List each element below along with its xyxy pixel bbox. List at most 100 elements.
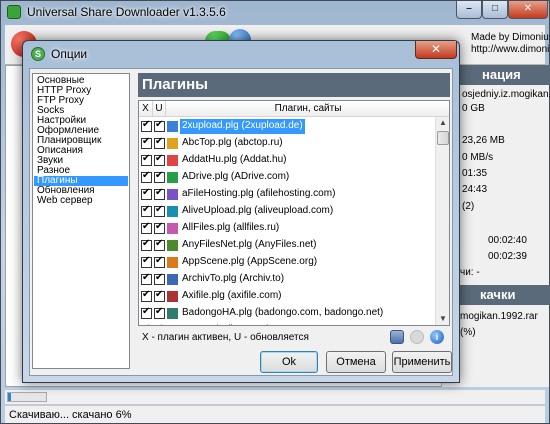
plugin-legend: X - плагин активен, U - обновляется: [142, 332, 309, 343]
plugin-active-checkbox[interactable]: [141, 289, 152, 302]
plugin-active-checkbox[interactable]: [141, 306, 152, 319]
plugin-active-checkbox[interactable]: [141, 255, 152, 268]
scroll-thumb[interactable]: [437, 131, 449, 145]
plugin-site-icon: [167, 138, 178, 149]
plugin-info-icon[interactable]: i: [430, 330, 444, 344]
plugin-update-checkbox[interactable]: [154, 119, 165, 132]
plugin-site-icon: [167, 325, 178, 326]
plugin-folder-icon[interactable]: [390, 330, 404, 344]
plugin-row[interactable]: BadongoHA.plg (badongo.com, badongo.net): [139, 305, 435, 322]
progress-area: [5, 390, 545, 404]
info-remaining: 24:43: [462, 184, 488, 195]
plugin-active-checkbox[interactable]: [141, 204, 152, 217]
plugin-site-icon: [167, 155, 178, 166]
plugin-name: Beem.plg (beem.to): [180, 323, 272, 325]
plugin-active-checkbox[interactable]: [141, 221, 152, 234]
plugin-row[interactable]: AddatHu.plg (Addat.hu): [139, 152, 435, 169]
options-category-list[interactable]: Основные HTTP Proxy FTP Proxy Socks Настройк…: [32, 73, 130, 369]
plugin-row[interactable]: AppScene.plg (AppScene.org): [139, 254, 435, 271]
minimize-button[interactable]: –: [456, 1, 482, 19]
dialog-titlebar[interactable]: S Опции ✕: [23, 41, 459, 65]
plugin-site-icon: [167, 291, 178, 302]
dialog-close-button[interactable]: ✕: [415, 41, 457, 59]
column-header-update[interactable]: U: [153, 101, 166, 117]
plugin-row[interactable]: aFileHosting.plg (afilehosting.com): [139, 186, 435, 203]
plugin-update-checkbox[interactable]: [154, 255, 165, 268]
plugin-active-checkbox[interactable]: [141, 136, 152, 149]
plugin-name: AbcTop.plg (abctop.ru): [182, 137, 283, 148]
plugin-name: ArchivTo.plg (Archiv.to): [182, 273, 285, 284]
scroll-down-arrow-icon[interactable]: ▼: [437, 313, 449, 325]
options-dialog: S Опции ✕ Основные HTTP Proxy FTP Proxy Soc…: [22, 40, 460, 383]
plugin-row[interactable]: AnyFilesNet.plg (AnyFiles.net): [139, 237, 435, 254]
scroll-up-arrow-icon[interactable]: ▲: [437, 117, 449, 129]
plugin-update-checkbox[interactable]: [154, 153, 165, 166]
column-header-plugin[interactable]: Плагин, сайты: [166, 101, 449, 117]
info-threads: (2): [462, 201, 475, 212]
plugin-name: ADrive.plg (ADrive.com): [182, 171, 290, 182]
dialog-body: Основные HTTP Proxy FTP Proxy Socks Настройк…: [29, 68, 453, 376]
download-file: mogikan.1992.rar: [460, 311, 538, 322]
plugin-update-checkbox[interactable]: [154, 272, 165, 285]
dialog-title: Опции: [51, 47, 88, 61]
info-file: osjedniy.iz.mogikan.1: [462, 89, 550, 100]
plugin-list-scrollbar[interactable]: ▲ ▼: [435, 117, 449, 325]
download-percent: (%): [460, 327, 476, 338]
plugin-update-checkbox[interactable]: [155, 323, 163, 325]
plugin-site-icon: [167, 206, 178, 217]
plugin-active-checkbox[interactable]: [142, 323, 150, 325]
app-icon: [7, 5, 21, 19]
options-category-item[interactable]: Web сервер: [34, 196, 128, 206]
column-header-active[interactable]: X: [139, 101, 153, 117]
plugin-row[interactable]: 2xupload.plg (2xupload.de): [139, 118, 435, 135]
plugin-name: AliveUpload.plg (aliveupload.com): [182, 205, 334, 216]
plugin-active-checkbox[interactable]: [141, 272, 152, 285]
plugin-update-checkbox[interactable]: [154, 289, 165, 302]
plugin-name: AppScene.plg (AppScene.org): [182, 256, 318, 267]
info-queue: чи: -: [460, 267, 480, 278]
cancel-button[interactable]: Отмена: [326, 351, 386, 373]
plugin-site-icon: [167, 121, 178, 132]
panel-title: Плагины: [138, 73, 450, 97]
plugin-row[interactable]: ADrive.plg (ADrive.com): [139, 169, 435, 186]
plugin-active-checkbox[interactable]: [141, 119, 152, 132]
plugin-update-checkbox[interactable]: [154, 136, 165, 149]
plugin-active-checkbox[interactable]: [141, 170, 152, 183]
plugin-update-checkbox[interactable]: [154, 170, 165, 183]
plugin-update-checkbox[interactable]: [154, 306, 165, 319]
about-author: Made by Dimonius: [471, 32, 550, 43]
info-elapsed: 01:35: [462, 168, 488, 179]
plugin-row[interactable]: ArchivTo.plg (Archiv.to): [139, 271, 435, 288]
apply-button[interactable]: Применить: [392, 351, 452, 373]
plugin-active-checkbox[interactable]: [141, 238, 152, 251]
plugin-name: 2xupload.plg (2xupload.de): [180, 119, 305, 134]
plugin-update-checkbox[interactable]: [154, 221, 165, 234]
plugin-active-checkbox[interactable]: [141, 187, 152, 200]
plugin-row[interactable]: AllFiles.plg (allfiles.ru): [139, 220, 435, 237]
plugin-site-icon: [167, 172, 178, 183]
plugin-active-checkbox[interactable]: [141, 153, 152, 166]
plugin-update-checkbox[interactable]: [154, 187, 165, 200]
info-time-1: 00:02:40: [488, 235, 527, 246]
maximize-button[interactable]: □: [482, 1, 508, 19]
plugin-table: X U Плагин, сайты 2xupload.plg (2xupload…: [138, 100, 450, 326]
close-button[interactable]: ✕: [508, 1, 548, 19]
plugin-row[interactable]: Axifile.plg (axifile.com): [139, 288, 435, 305]
plugin-row[interactable]: Beem.plg (beem.to): [139, 322, 435, 326]
plugin-site-icon: [167, 223, 178, 234]
about-text: Made by Dimonius http://www.dimonius.ru: [471, 32, 550, 56]
plugin-refresh-icon[interactable]: [410, 330, 424, 344]
about-url[interactable]: http://www.dimonius.ru: [471, 44, 550, 56]
plugin-update-checkbox[interactable]: [154, 204, 165, 217]
status-text: Скачиваю... скачано 6%: [9, 409, 132, 421]
plugin-update-checkbox[interactable]: [154, 238, 165, 251]
download-progress-bar: [7, 392, 47, 402]
plugin-site-icon: [167, 240, 178, 251]
plugin-row[interactable]: AliveUpload.plg (aliveupload.com): [139, 203, 435, 220]
plugin-row[interactable]: AbcTop.plg (abctop.ru): [139, 135, 435, 152]
main-window-title: Universal Share Downloader v1.3.5.6: [27, 5, 226, 19]
ok-button[interactable]: Ok: [260, 351, 318, 373]
status-bar: Скачиваю... скачано 6%: [5, 405, 545, 423]
plugin-site-icon: [167, 189, 178, 200]
plugin-name: BadongoHA.plg (badongo.com, badongo.net): [182, 307, 384, 318]
